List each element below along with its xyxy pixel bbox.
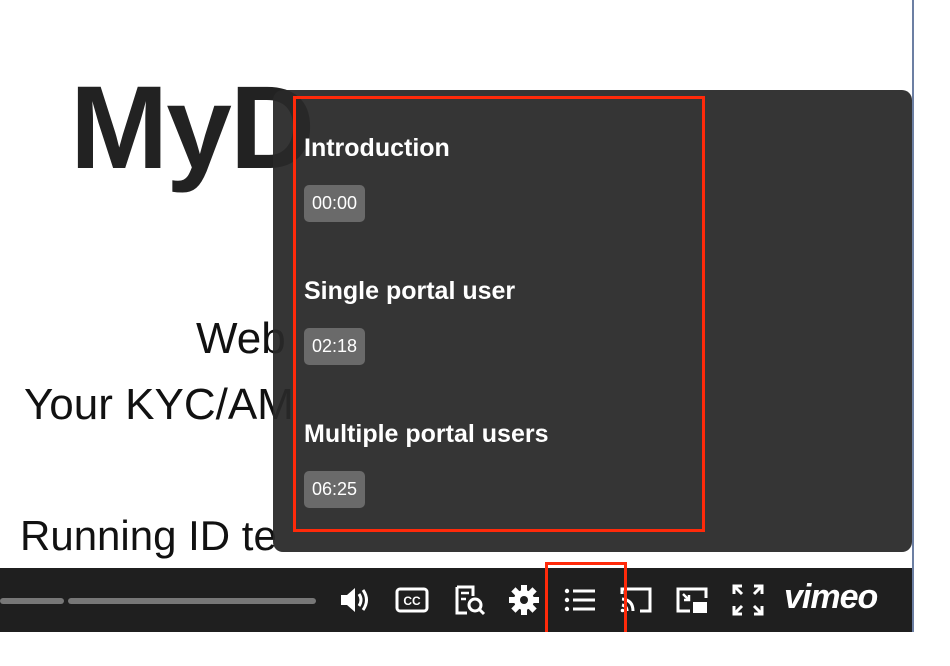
chapter-title: Introduction bbox=[304, 134, 450, 162]
settings-button[interactable] bbox=[506, 582, 542, 618]
chapters-button[interactable] bbox=[562, 582, 598, 618]
transcript-search-icon bbox=[455, 585, 486, 616]
chapter-timestamp: 02:18 bbox=[304, 328, 366, 365]
control-bar: CC vimeo bbox=[0, 568, 912, 632]
cast-icon bbox=[620, 587, 652, 613]
window-border bbox=[912, 0, 914, 632]
picture-in-picture-button[interactable] bbox=[674, 582, 710, 618]
gear-icon bbox=[509, 585, 539, 615]
captions-label: CC bbox=[403, 594, 421, 608]
logo-mark-icon bbox=[0, 70, 20, 230]
cast-button[interactable] bbox=[618, 582, 654, 618]
progress-bar-remaining[interactable] bbox=[68, 598, 316, 604]
volume-button[interactable] bbox=[336, 582, 372, 618]
vimeo-logo[interactable]: vimeo bbox=[784, 578, 878, 617]
chapter-title: Single portal user bbox=[304, 277, 516, 305]
slide-text-line-3: Running ID te bbox=[20, 512, 277, 559]
fullscreen-button[interactable] bbox=[730, 582, 766, 618]
chapter-title: Multiple portal users bbox=[304, 420, 549, 448]
captions-button[interactable]: CC bbox=[394, 582, 430, 618]
list-icon bbox=[564, 588, 595, 612]
transcript-button[interactable] bbox=[451, 582, 487, 618]
video-player: MyD Web Your KYC/AM Running ID te Introd… bbox=[0, 0, 912, 632]
volume-icon bbox=[341, 588, 368, 612]
chapter-timestamp: 06:25 bbox=[304, 471, 366, 508]
progress-bar-played[interactable] bbox=[0, 598, 64, 604]
slide-text-line-2: Your KYC/AM bbox=[24, 380, 294, 429]
chapter-item[interactable]: Introduction 00:00 bbox=[304, 134, 694, 222]
picture-in-picture-icon bbox=[676, 587, 708, 613]
captions-icon: CC bbox=[395, 587, 429, 613]
chapter-timestamp: 00:00 bbox=[304, 185, 366, 222]
chapter-item[interactable]: Single portal user 02:18 bbox=[304, 277, 694, 365]
chapter-item[interactable]: Multiple portal users 06:25 bbox=[304, 420, 694, 508]
fullscreen-icon bbox=[732, 584, 764, 616]
